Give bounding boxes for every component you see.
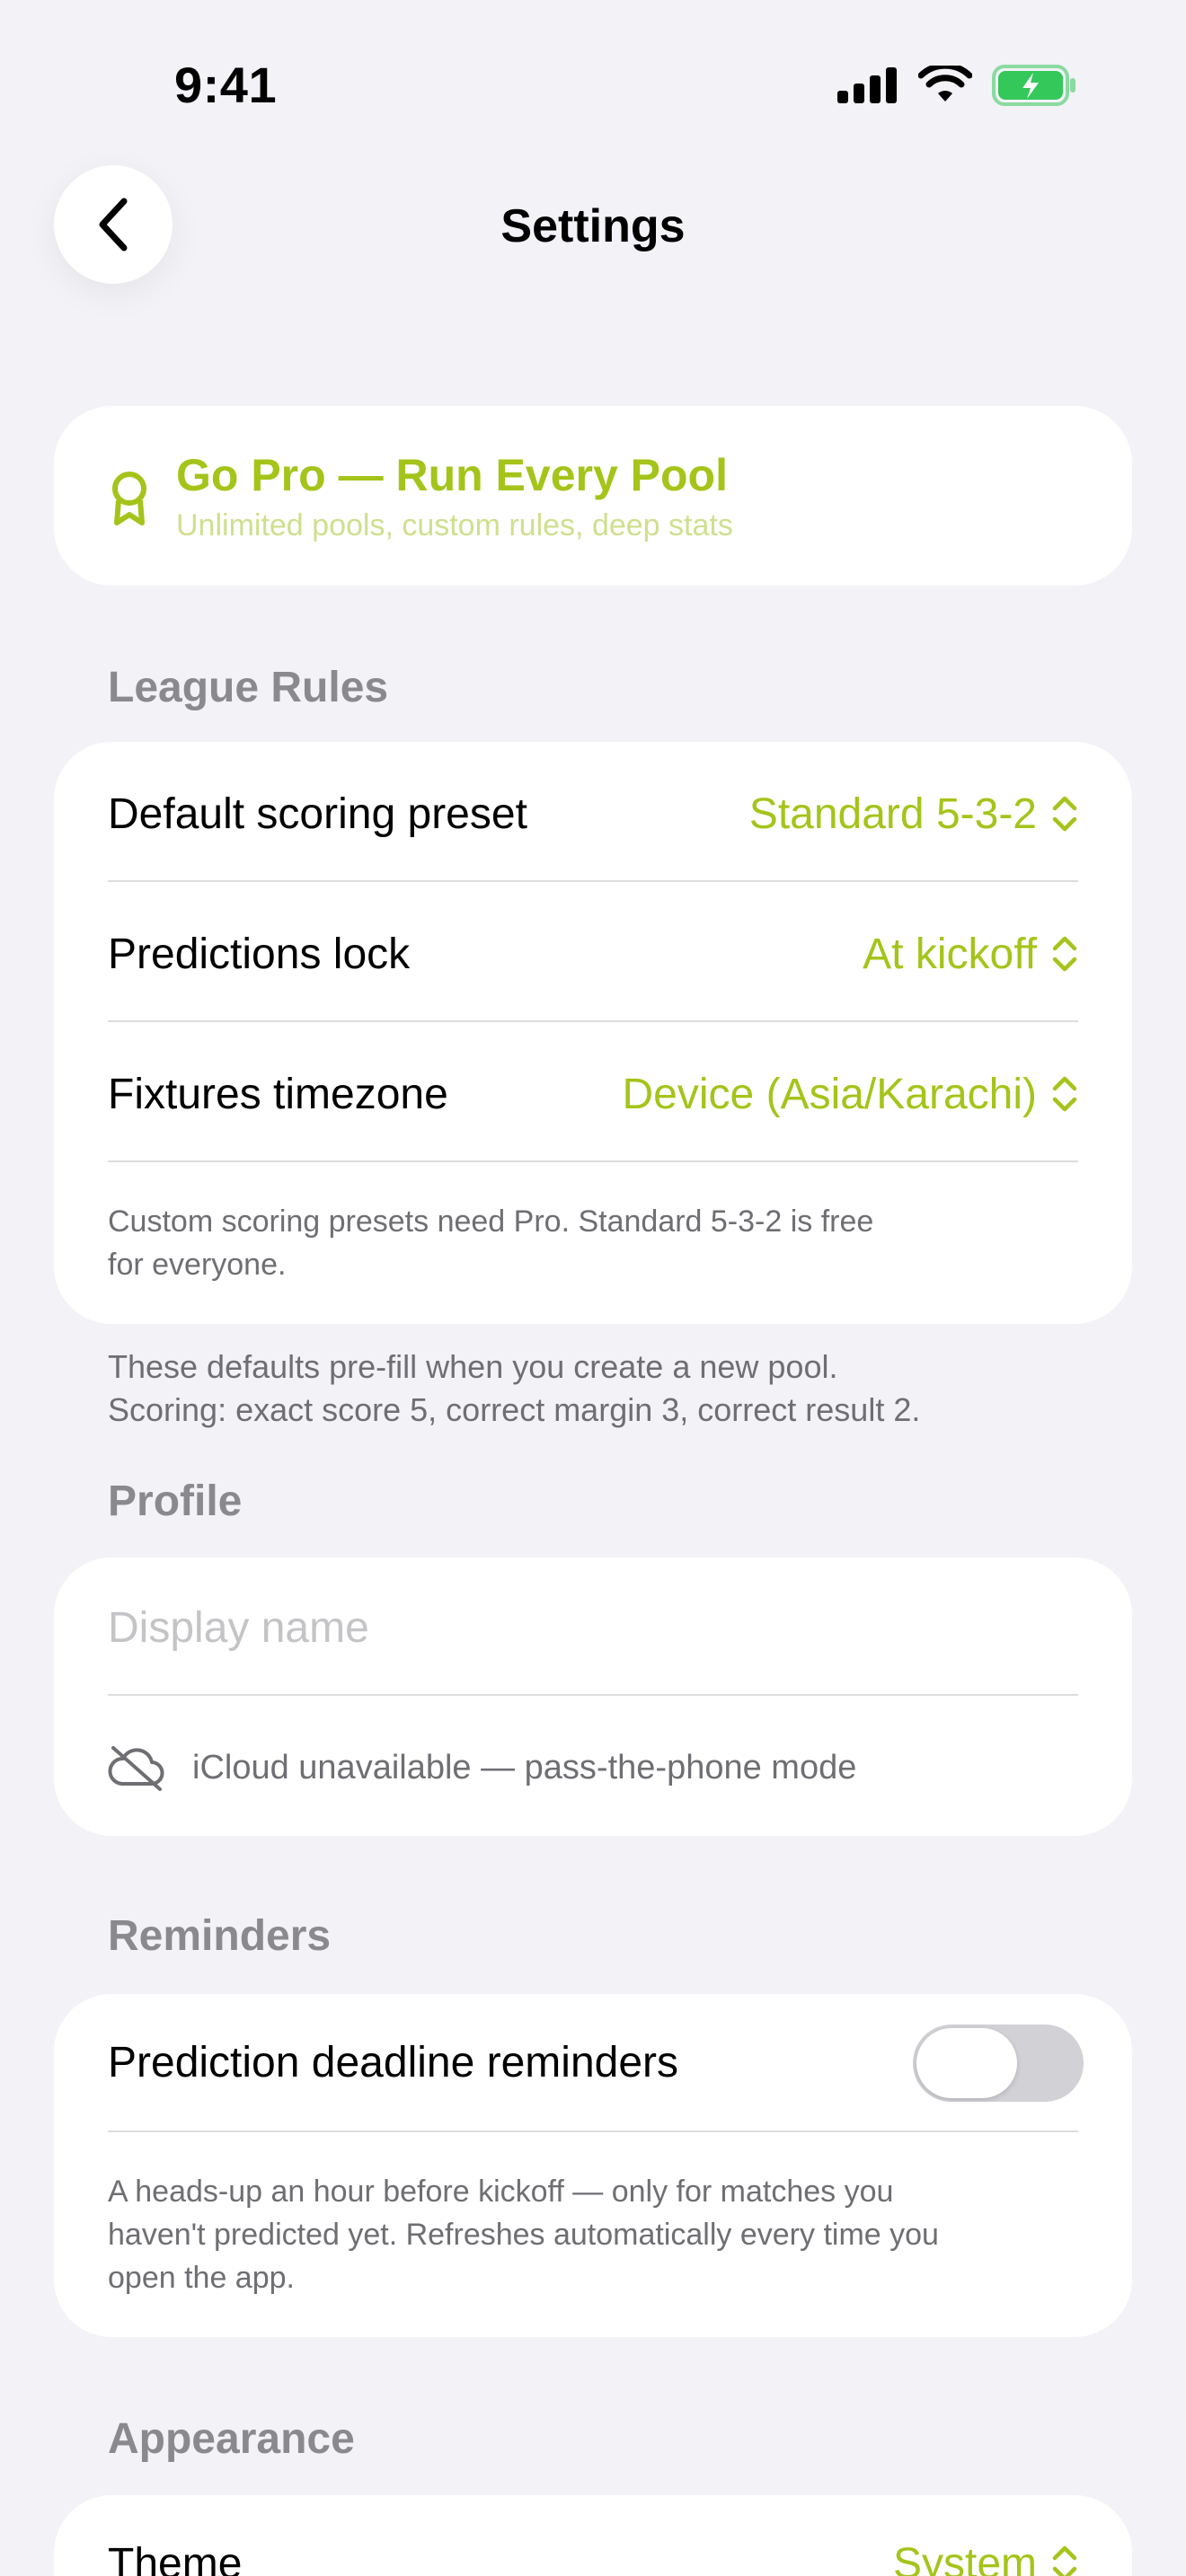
section-header-league-rules: League Rules: [108, 664, 389, 711]
picker-value: Device (Asia/Karachi): [622, 1070, 1037, 1118]
display-name-placeholder: Display name: [108, 1603, 369, 1652]
appearance-card: Theme System: [54, 2495, 1132, 2576]
footnote-line: for everyone.: [108, 1248, 287, 1282]
pro-banner-subtitle: Unlimited pools, custom rules, deep stat…: [176, 508, 733, 543]
status-time: 9:41: [174, 57, 278, 113]
go-pro-banner[interactable]: Go Pro — Run Every Pool Unlimited pools,…: [54, 406, 1132, 586]
league-rules-card: Default scoring preset Standard 5-3-2 Pr…: [54, 742, 1132, 1324]
row-default-scoring-preset[interactable]: Default scoring preset Standard 5-3-2: [108, 778, 1078, 850]
divider: [108, 1160, 1078, 1162]
chevron-up-down-icon: [1052, 796, 1077, 832]
settings-screen: 9:41 Settings Go Pro — Run Every Pool Un…: [0, 0, 1186, 2576]
section-header-reminders: Reminders: [108, 1912, 332, 1960]
battery-charging-icon: [992, 65, 1075, 106]
scoring-preset-picker[interactable]: Standard 5-3-2: [749, 790, 1078, 839]
row-label: Predictions lock: [108, 930, 411, 978]
section-header-appearance: Appearance: [108, 2415, 355, 2463]
divider: [108, 880, 1078, 882]
row-predictions-lock[interactable]: Predictions lock At kickoff: [108, 918, 1078, 990]
league-rules-description: These defaults pre-fill when you create …: [108, 1345, 1114, 1432]
icloud-status: iCloud unavailable — pass-the-phone mode: [108, 1732, 1078, 1804]
reminders-footnote: A heads-up an hour before kickoff — only…: [108, 2170, 1096, 2299]
footnote-line: open the app.: [108, 2261, 295, 2295]
row-label: Default scoring preset: [108, 790, 527, 838]
row-fixtures-timezone[interactable]: Fixtures timezone Device (Asia/Karachi): [108, 1058, 1078, 1130]
footnote-line: haven't predicted yet. Refreshes automat…: [108, 2218, 939, 2252]
display-name-field[interactable]: Display name: [108, 1592, 1078, 1663]
status-icons: [837, 65, 1078, 106]
chevron-up-down-icon: [1052, 936, 1077, 972]
page-title: Settings: [500, 200, 686, 252]
footnote-line: A heads-up an hour before kickoff — only…: [108, 2175, 894, 2209]
wifi-icon: [918, 66, 972, 101]
description-line: Scoring: exact score 5, correct margin 3…: [108, 1391, 921, 1428]
award-ribbon-icon: [112, 472, 146, 525]
picker-value: Standard 5-3-2: [748, 790, 1037, 838]
icloud-slash-icon: [108, 1746, 164, 1791]
status-bar: 9:41: [0, 0, 1186, 180]
theme-picker[interactable]: System: [893, 2539, 1078, 2576]
divider: [108, 1020, 1078, 1022]
row-label: Prediction deadline reminders: [108, 2038, 679, 2086]
picker-value: At kickoff: [863, 930, 1037, 978]
reminders-toggle[interactable]: [913, 2025, 1084, 2102]
row-label: Fixtures timezone: [108, 1070, 448, 1118]
toggle-knob: [916, 2028, 1017, 2098]
predictions-lock-picker[interactable]: At kickoff: [863, 930, 1078, 979]
profile-card: Display name iCloud unavailable — pass-t…: [54, 1557, 1132, 1836]
picker-value: System: [892, 2539, 1037, 2576]
row-theme[interactable]: Theme System: [108, 2527, 1078, 2576]
pro-banner-title: Go Pro — Run Every Pool: [176, 450, 728, 500]
footnote-line: Custom scoring presets need Pro. Standar…: [108, 1204, 874, 1239]
section-header-profile: Profile: [108, 1478, 243, 1525]
divider: [108, 2130, 1078, 2132]
description-line: These defaults pre-fill when you create …: [108, 1348, 838, 1385]
chevron-up-down-icon: [1052, 1076, 1077, 1112]
divider: [108, 1694, 1078, 1696]
chevron-up-down-icon: [1052, 2545, 1077, 2576]
cellular-signal-icon: [837, 67, 897, 103]
icloud-status-text: iCloud unavailable — pass-the-phone mode: [192, 1748, 857, 1786]
row-label: Theme: [108, 2539, 243, 2576]
league-rules-footnote: Custom scoring presets need Pro. Standar…: [108, 1200, 1042, 1286]
timezone-picker[interactable]: Device (Asia/Karachi): [623, 1070, 1078, 1119]
reminders-card: Prediction deadline reminders A heads-up…: [54, 1994, 1132, 2337]
